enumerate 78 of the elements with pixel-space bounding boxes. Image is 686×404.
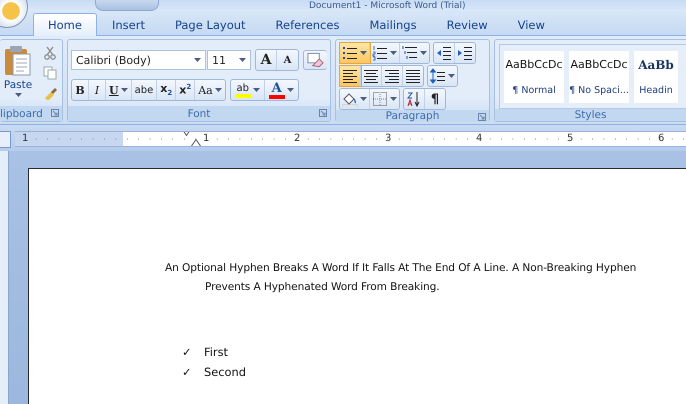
sub-button[interactable]: x$_{2}$ [157, 80, 176, 100]
italic-button[interactable]: I [89, 80, 106, 100]
justify-icon [405, 68, 421, 84]
caret-icon [194, 58, 201, 62]
font-color-button[interactable]: A [264, 80, 298, 100]
ribbon-tab[interactable]: Home [33, 13, 97, 36]
launcher-icon [51, 109, 59, 117]
sup-button[interactable]: x$^{2}$ [176, 80, 196, 100]
sort-button[interactable] [404, 89, 425, 109]
cut-button[interactable] [41, 44, 59, 61]
decrease-indent-icon [436, 45, 452, 61]
ribbon-tab[interactable]: Review [432, 13, 503, 35]
style-option[interactable]: AaBb Headin [634, 51, 678, 103]
caret-icon [14, 93, 22, 97]
paintbrush-icon [43, 86, 57, 100]
list-item-text: First [204, 345, 228, 359]
shading-button[interactable] [340, 89, 370, 109]
eraser-icon [307, 52, 324, 68]
strike-button[interactable]: abe [132, 80, 158, 100]
paste-button[interactable]: Paste [3, 43, 33, 106]
ribbon-tab[interactable]: Page Layout [160, 13, 261, 35]
numbering-button[interactable] [370, 43, 400, 63]
scissors-icon [43, 46, 57, 60]
increase-indent-icon [457, 45, 473, 61]
line-spacing-icon [430, 68, 446, 84]
window-title: Document1 - Microsoft Word (Trial) [309, 1, 466, 11]
caret-icon [252, 88, 260, 92]
case-button[interactable]: Aa [195, 80, 225, 100]
pilcrow-button[interactable]: ¶ [425, 89, 445, 109]
style-option[interactable]: AaBbCcDc ¶ Normal [504, 51, 564, 103]
align-left-icon [342, 68, 358, 84]
align-right-button[interactable] [382, 66, 403, 86]
caret-icon [286, 88, 294, 92]
font-size-field[interactable]: 11 [207, 50, 251, 70]
ribbon-tab[interactable]: View [502, 13, 560, 35]
launcher-icon [478, 113, 486, 121]
borders-button[interactable] [370, 89, 399, 109]
launcher-icon [319, 109, 327, 117]
shrink-font-button[interactable]: A [277, 50, 298, 70]
group-label: Font [188, 108, 210, 120]
bullets-button[interactable] [340, 43, 370, 63]
bold-button[interactable]: B [72, 80, 89, 100]
multilevel-list-icon [402, 45, 418, 61]
align-center-icon [363, 68, 379, 84]
underline-button[interactable]: U [106, 80, 132, 100]
group-label: Styles [574, 109, 606, 121]
sort-icon [406, 91, 422, 107]
borders-icon [372, 91, 388, 107]
ruler-number: 3 [385, 133, 392, 145]
style-option[interactable]: AaBbCcDc ¶ No Spaci... [569, 51, 629, 103]
ruler-number: 1 [22, 133, 28, 145]
caret-icon [239, 58, 246, 62]
ruler-number: 2 [294, 133, 300, 145]
font-name-field[interactable]: Calibri (Body) [71, 50, 206, 70]
list-item-text: Second [204, 365, 246, 379]
ribbon-tab[interactable]: References [260, 13, 354, 35]
bulleted-list-icon [342, 45, 358, 61]
grow-font-button[interactable]: A [256, 50, 277, 70]
align-right-icon [384, 68, 400, 84]
pages-icon [43, 66, 57, 80]
align-left-button[interactable] [340, 66, 361, 86]
checkmark-bullet: ✓ [182, 365, 193, 379]
align-center-button[interactable] [361, 66, 382, 86]
highlight-button[interactable]: ab [230, 80, 265, 100]
clipboard-icon [4, 45, 32, 77]
checkmark-bullet: ✓ [182, 345, 193, 359]
paragraph-text: An Optional Hyphen Breaks A Word If It Falls At The End Of A Line. A Non-Breaking Hyphen Prevents A Hyphenated Word From Breaking. [165, 261, 638, 295]
ruler-number: 1 [203, 133, 210, 145]
paint-bucket-icon [342, 91, 358, 107]
ribbon-tab[interactable]: Mailings [354, 13, 432, 35]
ribbon-tab[interactable]: Insert [96, 13, 160, 35]
numbered-list-icon [372, 45, 388, 61]
ruler-number: 6 [658, 133, 664, 145]
group-label: Paragraph [386, 110, 440, 122]
group-label: lipboard [0, 108, 43, 120]
ruler-number: 4 [476, 133, 482, 145]
ruler-number: 5 [567, 133, 574, 145]
clear-formatting-button[interactable] [303, 50, 327, 70]
